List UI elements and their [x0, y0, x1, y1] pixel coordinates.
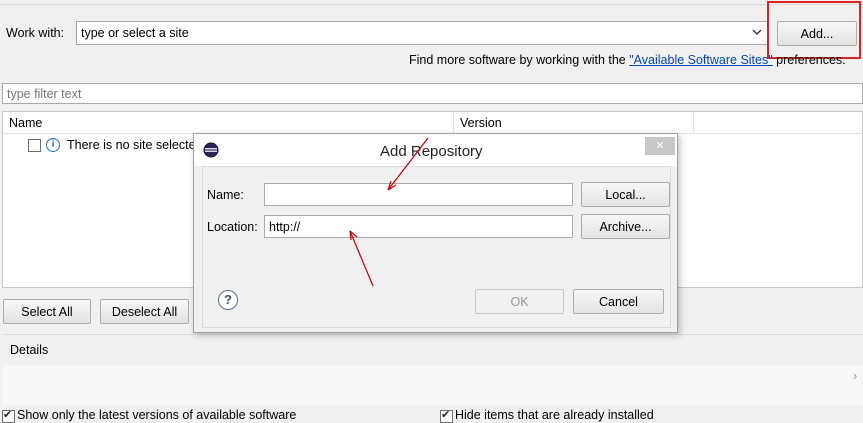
available-sites-hint: Find more software by working with the "…	[409, 53, 846, 67]
dialog-form-panel: Name: Local... Location: http:// Archive…	[202, 166, 671, 328]
ok-button[interactable]: OK	[475, 289, 564, 314]
work-with-combo[interactable]: type or select a site	[76, 21, 768, 45]
details-group: Details	[2, 334, 863, 405]
deselect-all-button[interactable]: Deselect All	[100, 299, 189, 324]
available-sites-link[interactable]: "Available Software Sites"	[629, 53, 772, 67]
filter-input[interactable]	[2, 83, 863, 104]
dialog-title-bar[interactable]: Add Repository ✕	[194, 134, 677, 166]
add-repository-dialog: Add Repository ✕ Name: Local... Location…	[193, 133, 678, 333]
no-site-message: There is no site selected.	[67, 138, 206, 152]
location-label: Location:	[207, 220, 258, 234]
name-field[interactable]	[264, 183, 573, 206]
table-header: Name Version	[3, 112, 862, 134]
cancel-button[interactable]: Cancel	[573, 289, 664, 314]
location-field[interactable]: http://	[264, 215, 573, 238]
show-latest-checkbox[interactable]	[2, 408, 15, 423]
row-checkbox[interactable]	[28, 139, 41, 152]
local-button[interactable]: Local...	[581, 182, 670, 207]
column-header-version[interactable]: Version	[460, 116, 502, 130]
select-all-button[interactable]: Select All	[3, 299, 91, 324]
name-label: Name:	[207, 188, 244, 202]
top-divider	[0, 4, 863, 5]
scroll-arrow-icon[interactable]: ›	[853, 368, 857, 383]
annotation-highlight-box	[767, 1, 861, 59]
column-divider	[453, 112, 454, 134]
archive-button[interactable]: Archive...	[581, 214, 670, 239]
eclipse-logo-icon	[203, 142, 219, 158]
info-icon: i	[46, 138, 60, 152]
chevron-down-icon[interactable]	[751, 26, 763, 38]
work-with-combo-value: type or select a site	[81, 26, 189, 40]
help-icon[interactable]: ?	[218, 290, 238, 310]
work-with-label: Work with:	[6, 26, 65, 40]
details-area	[2, 365, 863, 405]
dialog-title: Add Repository	[380, 143, 483, 160]
show-latest-label: Show only the latest versions of availab…	[17, 408, 297, 422]
hide-installed-checkbox[interactable]	[440, 408, 453, 423]
hide-installed-label: Hide items that are already installed	[455, 408, 654, 422]
column-header-name[interactable]: Name	[9, 116, 42, 130]
details-label: Details	[10, 343, 49, 357]
column-divider	[693, 112, 694, 134]
close-icon[interactable]: ✕	[645, 137, 675, 155]
